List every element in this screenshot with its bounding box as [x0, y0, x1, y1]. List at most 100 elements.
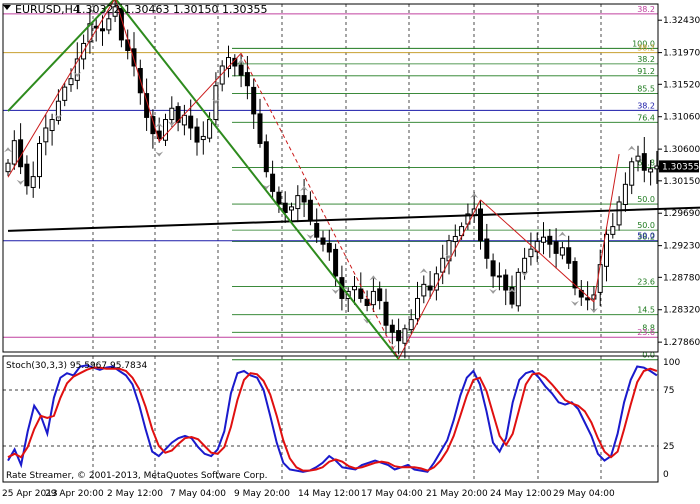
- time-axis-label: 24 May 12:00: [490, 489, 552, 499]
- pink-level-label: 38.2: [637, 5, 655, 14]
- candle-body: [427, 285, 433, 291]
- stochastic-legend: Stoch(30,3,3) 95.5967 95.7834: [6, 361, 147, 371]
- candle-body: [100, 28, 105, 32]
- symbol-timeframe-label: EURUSD,H4: [15, 3, 80, 16]
- price-chart-svg: 100.091.285.576.461.850.038.223.614.58.8…: [0, 0, 700, 500]
- candle-body: [553, 241, 559, 254]
- time-axis-label: 9 May 20:00: [234, 489, 290, 499]
- candle-body: [597, 264, 603, 293]
- candle-body: [370, 290, 376, 306]
- candle-body: [415, 297, 420, 320]
- candle-body: [194, 126, 200, 143]
- candle-body: [528, 248, 534, 258]
- candle-body: [188, 115, 194, 129]
- candle-body: [333, 248, 339, 277]
- blue-level-label: 38.2: [637, 101, 655, 110]
- candle-body: [358, 288, 364, 299]
- current-price-label: 1.30355: [662, 162, 699, 172]
- fib-level-label: 23.6: [637, 277, 655, 286]
- pink-level-label: 23.6: [637, 328, 655, 337]
- candle-body: [270, 173, 276, 192]
- candle-body: [169, 107, 175, 121]
- candle-body: [547, 235, 553, 245]
- candle-body: [402, 328, 408, 344]
- candle-body: [622, 183, 628, 205]
- time-axis-label: 21 May 20:00: [426, 489, 488, 499]
- candle-body: [484, 238, 490, 259]
- price-axis-label: 1.28320: [663, 306, 700, 316]
- candle-body: [276, 191, 282, 205]
- time-axis-label: 2 May 12:00: [107, 489, 163, 499]
- fib-level-label: 14.5: [637, 306, 655, 315]
- fib-level-label: 38.2: [637, 55, 655, 64]
- candle-body: [289, 206, 294, 211]
- candle-body: [307, 199, 313, 222]
- candle-body: [163, 119, 168, 141]
- candle-body: [396, 330, 402, 342]
- candle-body: [24, 163, 30, 187]
- candle-body: [408, 319, 414, 331]
- candle-body: [320, 237, 326, 245]
- copyright-notice: Rate Streamer, © 2001-2013, MetaQuotes S…: [6, 471, 268, 481]
- candle-body: [62, 86, 68, 101]
- candle-body: [43, 127, 49, 143]
- fib-level-label: 50.0: [637, 221, 655, 230]
- price-axis-label: 1.28780: [663, 273, 700, 283]
- price-axis-label: 1.30150: [663, 177, 700, 187]
- candle-body: [515, 271, 521, 307]
- time-axis-label: 29 May 04:00: [553, 489, 615, 499]
- price-axis-label: 1.31970: [663, 49, 700, 59]
- candle-body: [251, 86, 257, 115]
- fib-level-label: 91.2: [637, 67, 655, 76]
- time-axis-label: 29 Apr 20:00: [45, 489, 104, 499]
- price-axis-label: 1.29230: [663, 242, 700, 252]
- candle-body: [314, 223, 320, 238]
- candle-body: [421, 283, 427, 297]
- price-axis-label: 1.31060: [663, 113, 700, 123]
- candle-body: [541, 236, 546, 243]
- candle-body: [181, 114, 187, 126]
- fib-level-label: 85.5: [637, 84, 655, 93]
- price-axis-label: 1.29690: [663, 209, 700, 219]
- candle-body: [207, 119, 213, 139]
- candle-body: [559, 247, 565, 256]
- candle-body: [496, 275, 502, 278]
- candle-body: [478, 208, 483, 242]
- candle-body: [383, 301, 389, 326]
- fib-level-label: 50.0: [637, 195, 655, 204]
- candle-body: [641, 153, 647, 171]
- price-axis-label: 1.27860: [663, 338, 700, 348]
- candle-body: [610, 226, 616, 235]
- candle-body: [566, 247, 572, 264]
- chart-background: [0, 0, 700, 500]
- candle-body: [648, 168, 654, 173]
- candle-body: [106, 18, 112, 31]
- candle-body: [490, 260, 496, 277]
- candle-body: [11, 140, 17, 165]
- candle-body: [49, 119, 55, 132]
- blue-level-label: 50.0: [637, 232, 655, 241]
- price-axis-label: 1.32430: [663, 16, 700, 26]
- candle-body: [295, 195, 301, 210]
- candle-body: [452, 235, 458, 243]
- stochastic-axis-label: 0: [663, 470, 669, 480]
- time-axis-label: 14 May 12:00: [298, 489, 360, 499]
- candle-body: [616, 201, 622, 226]
- candle-body: [352, 285, 357, 291]
- chart-root: 100.091.285.576.461.850.038.223.614.58.8…: [0, 0, 700, 500]
- candle-body: [263, 141, 269, 173]
- time-axis-label: 17 May 04:00: [361, 489, 423, 499]
- ohlc-values-label: 1.30322 1.30463 1.30150 1.30355: [75, 3, 267, 16]
- stochastic-axis-label: 100: [663, 358, 680, 368]
- stochastic-axis-label: 25: [663, 442, 674, 452]
- candle-body: [629, 161, 635, 186]
- candle-body: [244, 72, 250, 87]
- candle-body: [301, 195, 307, 203]
- candle-body: [635, 155, 641, 162]
- candle-body: [30, 176, 36, 188]
- fib-level-label: 76.4: [637, 113, 655, 122]
- stochastic-axis-label: 75: [663, 386, 674, 396]
- candle-body: [364, 298, 370, 307]
- price-axis-label: 1.30600: [663, 145, 700, 155]
- candle-body: [522, 257, 528, 273]
